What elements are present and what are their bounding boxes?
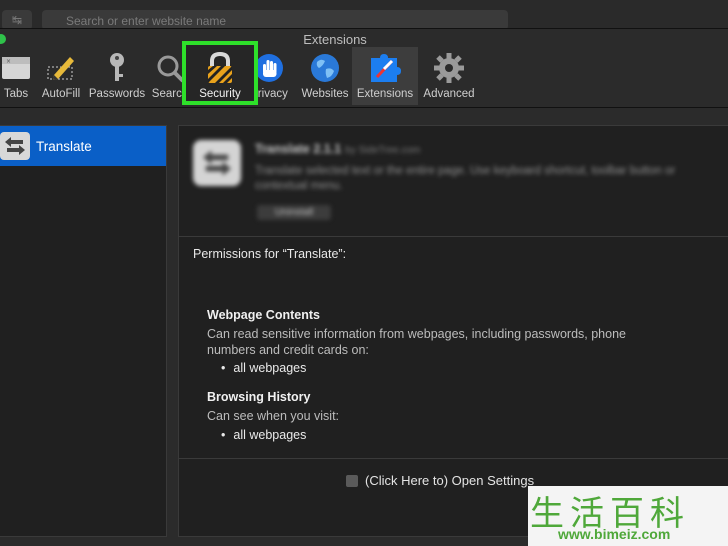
tab-autofill[interactable]: AutoFill <box>38 47 84 105</box>
tab-security[interactable]: Security <box>186 47 254 105</box>
settings-label: (Click Here to) Open Settings <box>365 473 535 488</box>
globe-icon <box>307 51 343 85</box>
permissions-title: Permissions for “Translate”: <box>193 247 347 261</box>
section-text: Can read sensitive information from webp… <box>207 327 626 357</box>
watermark: 生活百科 www.bimeiz.com <box>528 486 728 546</box>
svg-text:×: × <box>6 58 11 65</box>
gear-icon <box>431 51 467 85</box>
tab-passwords[interactable]: Passwords <box>86 47 148 105</box>
settings-checkbox[interactable] <box>346 474 358 487</box>
section-text: Can see when you visit: <box>207 409 340 423</box>
puzzle-compass-icon <box>367 51 403 85</box>
extension-header: Translate 2.1.1 by SideTree.com Translate… <box>179 126 728 237</box>
open-settings-control[interactable]: (Click Here to) Open Settings <box>346 473 534 488</box>
tab-extensions[interactable]: Extensions <box>352 47 418 105</box>
section-bullet: all webpages <box>221 361 306 375</box>
translate-arrows-icon <box>0 132 30 160</box>
settings-divider <box>179 458 728 459</box>
tab-tabs[interactable]: × Tabs <box>0 47 38 105</box>
toolbar-divider <box>0 107 728 108</box>
autofill-icon <box>43 51 79 85</box>
extensions-list: Translate <box>0 125 167 537</box>
address-bar[interactable]: Search or enter website name <box>42 10 508 30</box>
translate-arrows-icon <box>193 140 241 186</box>
tab-websites[interactable]: Websites <box>297 47 353 105</box>
watermark-url: www.bimeiz.com <box>558 526 671 542</box>
section-bullet: all webpages <box>221 428 306 442</box>
tab-advanced[interactable]: Advanced <box>420 47 478 105</box>
extension-name: Translate <box>36 138 92 154</box>
preferences-window: Extensions × Tabs AutoFill Passwords Sea… <box>0 28 728 546</box>
lock-icon <box>202 51 238 85</box>
preferences-toolbar: × Tabs AutoFill Passwords Search Privacy… <box>0 47 728 105</box>
extension-detail: Translate 2.1.1 by SideTree.com Translate… <box>178 125 728 537</box>
sidebar-toggle-button[interactable]: ↹ <box>2 10 32 30</box>
browser-toolbar: ↹ Search or enter website name <box>0 0 728 30</box>
window-title: Extensions <box>303 32 367 47</box>
uninstall-button[interactable]: Uninstall <box>257 205 331 220</box>
section-heading: Browsing History <box>207 390 311 404</box>
list-item[interactable]: Translate <box>0 126 166 166</box>
tabs-icon: × <box>0 51 34 85</box>
key-icon <box>99 51 135 85</box>
section-heading: Webpage Contents <box>207 308 320 322</box>
extension-title: Translate 2.1.1 by SideTree.com <box>255 142 421 156</box>
extension-description: Translate selected text or the entire pa… <box>255 165 676 192</box>
